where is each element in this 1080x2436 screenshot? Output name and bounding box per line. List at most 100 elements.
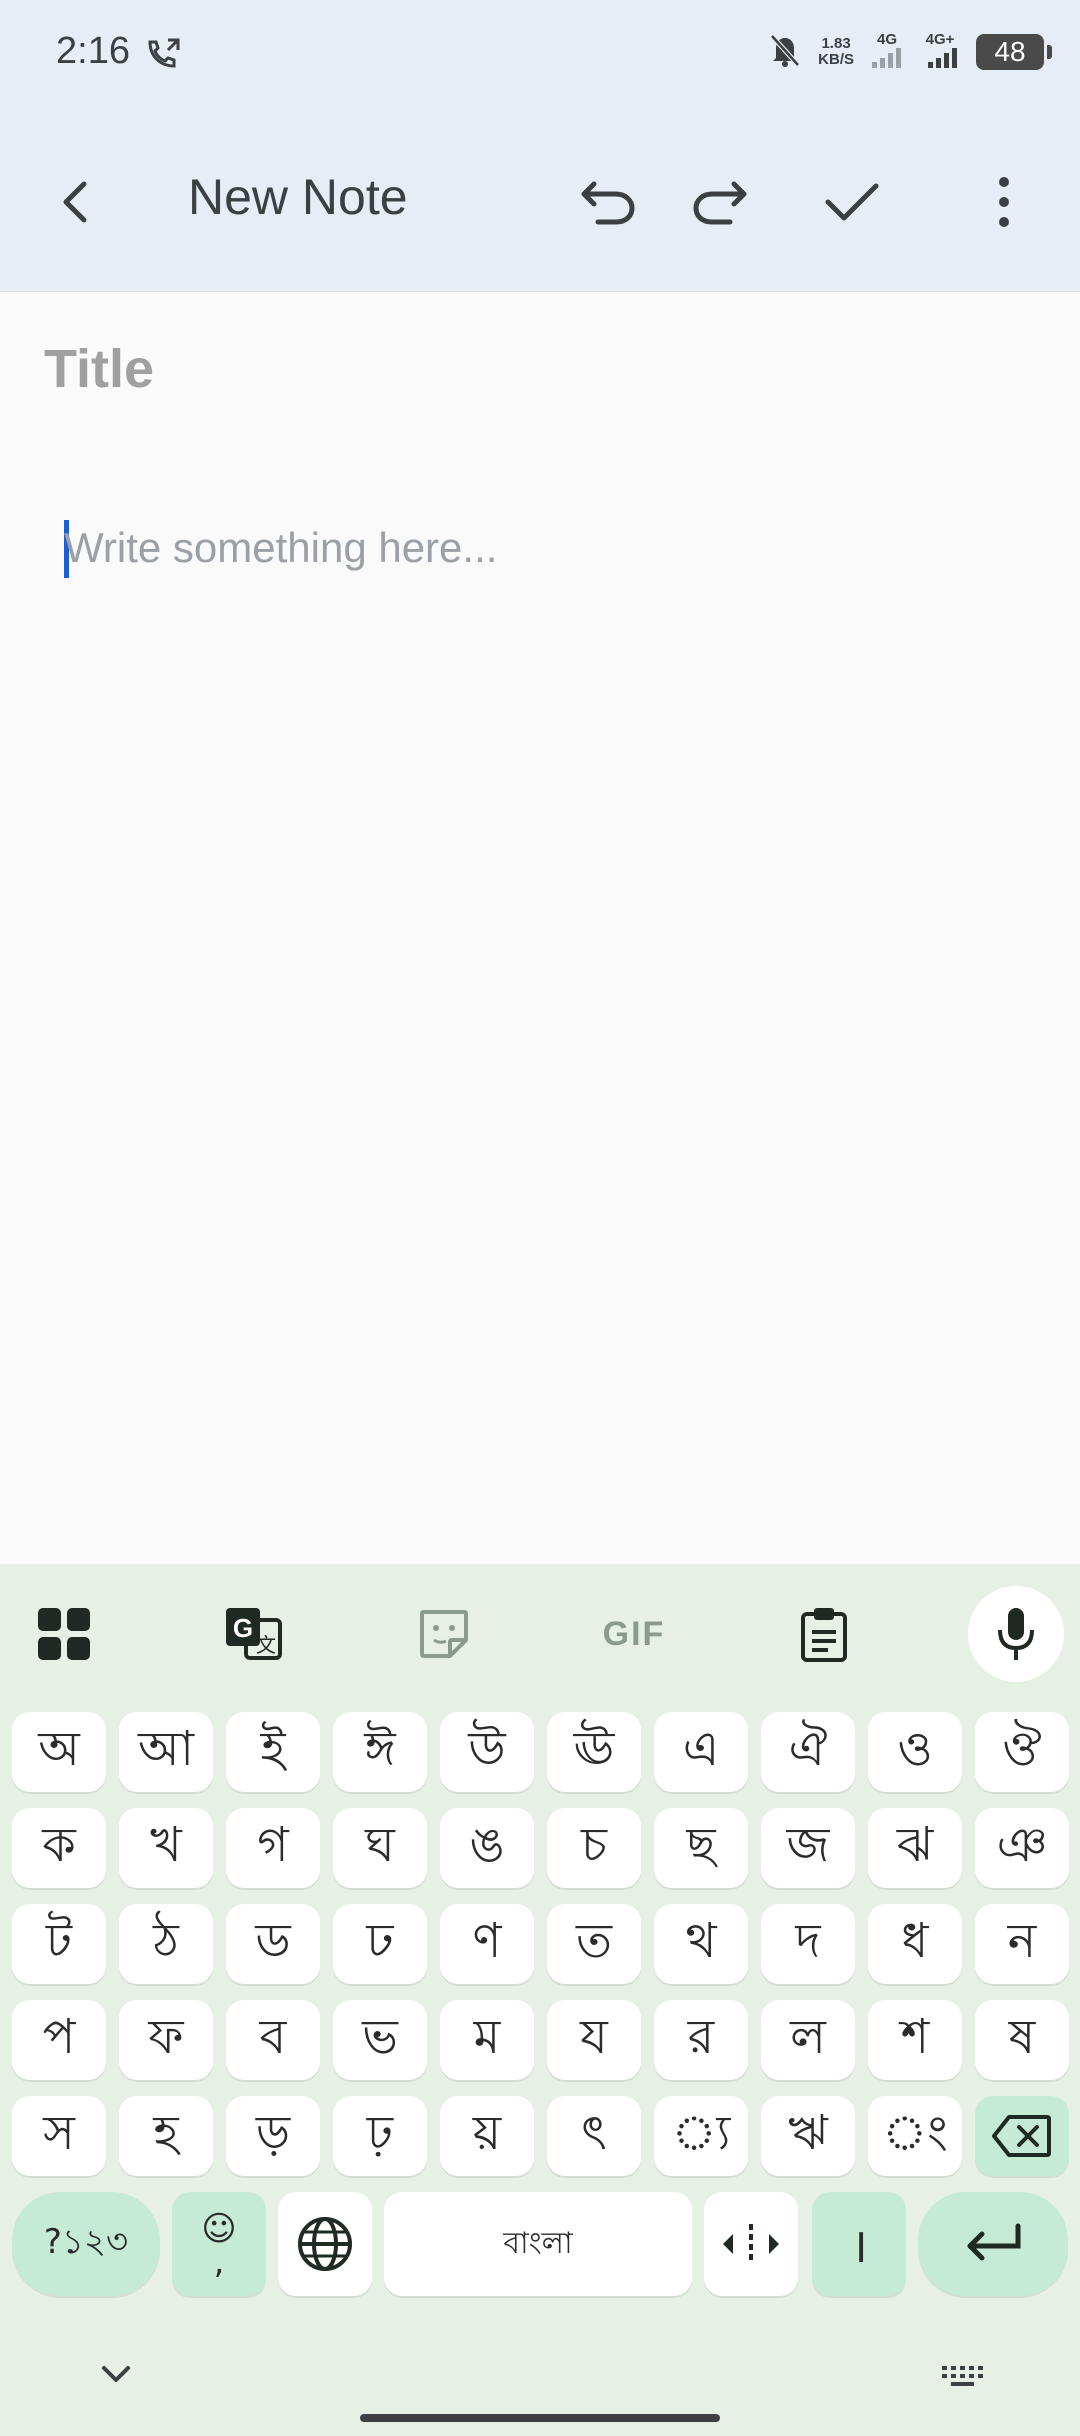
signal-bars-icon [928,48,957,68]
key-anusvara[interactable]: ং [868,2096,962,2176]
key-ঈ[interactable]: ঈ [333,1712,427,1792]
svg-text:文: 文 [256,1634,276,1657]
undo-button[interactable] [560,154,656,250]
hide-keyboard-button[interactable] [96,2360,136,2392]
sticker-icon [420,1610,468,1658]
key-উ[interactable]: উ [440,1712,534,1792]
mute-bell-icon [768,32,802,72]
note-body-input[interactable]: Write something here... [64,524,1024,572]
symbols-key[interactable]: ?১২৩ [12,2192,160,2296]
translate-icon: G文 [226,1608,282,1660]
danda-key[interactable]: । [812,2192,906,2296]
globe-icon [298,2217,352,2271]
redo-button[interactable] [672,154,768,250]
key-খ[interactable]: খ [119,1808,213,1888]
key-ক[interactable]: ক [12,1808,106,1888]
key-ম[interactable]: ম [440,2000,534,2080]
key-শ[interactable]: শ [868,2000,962,2080]
key-ঝ[interactable]: ঝ [868,1808,962,1888]
key-এ[interactable]: এ [654,1712,748,1792]
key-আ[interactable]: আ [119,1712,213,1792]
battery-indicator: 48 [976,34,1052,70]
network-speed: 1.83 KB/S [818,35,854,68]
signal-sim1: 4G [870,32,904,72]
key-ধ[interactable]: ধ [868,1904,962,1984]
signal-sim2: 4G+ [920,32,960,72]
gif-label: GIF [602,1614,666,1653]
key-ন[interactable]: ন [975,1904,1069,1984]
key-ঞ[interactable]: ঞ [975,1808,1069,1888]
chevron-down-icon [102,2366,130,2382]
status-time: 2:16 [56,30,130,72]
key-ঢ[interactable]: ঢ [333,1904,427,1984]
key-ট[interactable]: ট [12,1904,106,1984]
key-ঘ[interactable]: ঘ [333,1808,427,1888]
signal-bars-icon [872,48,901,68]
enter-key[interactable] [918,2192,1068,2296]
key-জ[interactable]: জ [761,1808,855,1888]
keyboard-toolbar: G文 GIF [0,1564,1080,1688]
key-ব[interactable]: ব [226,2000,320,2080]
space-key[interactable]: বাংলা [384,2192,692,2296]
key-ঢ়[interactable]: ঢ় [333,2096,427,2176]
key-ৎ[interactable]: ৎ [547,2096,641,2176]
app-bar: New Note [0,110,1080,292]
cursor-move-key[interactable] [704,2192,798,2296]
save-button[interactable] [804,154,900,250]
voice-input-button[interactable] [968,1586,1064,1682]
note-title-input[interactable]: Title [44,338,1024,400]
key-ও[interactable]: ও [868,1712,962,1792]
home-indicator[interactable] [360,2414,720,2422]
key-ড[interactable]: ড [226,1904,320,1984]
backspace-icon [992,2115,1051,2157]
key-ঐ[interactable]: ঐ [761,1712,855,1792]
key-হ[interactable]: হ [119,2096,213,2176]
key-অ[interactable]: অ [12,1712,106,1792]
key-ড়[interactable]: ড় [226,2096,320,2176]
key-ঊ[interactable]: ঊ [547,1712,641,1792]
cursor-move-icon [723,2224,779,2264]
key-থ[interactable]: থ [654,1904,748,1984]
key-ঠ[interactable]: ঠ [119,1904,213,1984]
undo-icon [581,181,635,225]
key-jofola[interactable]: ্য [654,2096,748,2176]
key-গ[interactable]: গ [226,1808,320,1888]
key-ঙ[interactable]: ঙ [440,1808,534,1888]
key-ফ[interactable]: ফ [119,2000,213,2080]
clipboard-button[interactable] [776,1586,872,1682]
more-options-button[interactable] [956,154,1052,250]
key-ঔ[interactable]: ঔ [975,1712,1069,1792]
key-য[interactable]: য [547,2000,641,2080]
key-চ[interactable]: চ [547,1808,641,1888]
page-title: New Note [188,169,408,225]
keyboard-switch-button[interactable] [940,2364,986,2392]
key-ল[interactable]: ল [761,2000,855,2080]
status-bar: 2:16 1.83 KB/S 4G 4G+ 48 [0,0,1080,110]
key-প[interactable]: প [12,2000,106,2080]
back-button[interactable] [28,154,124,250]
key-র[interactable]: র [654,2000,748,2080]
svg-text:G: G [233,1613,253,1643]
mic-icon [998,1608,1034,1660]
keyboard: G文 GIF অ আ ই ঈ উ ঊ এ ঐ ও ঔ ক খ গ ঘ ঙ চ ছ… [0,1564,1080,2436]
key-ঋ[interactable]: ঋ [761,2096,855,2176]
translate-button[interactable]: G文 [206,1586,302,1682]
call-forward-icon [144,36,184,76]
key-স[interactable]: স [12,2096,106,2176]
key-য়[interactable]: য় [440,2096,534,2176]
language-switch-key[interactable] [278,2192,372,2296]
sticker-button[interactable] [396,1586,492,1682]
more-vert-icon [999,177,1009,227]
backspace-key[interactable] [975,2096,1069,2176]
key-ছ[interactable]: ছ [654,1808,748,1888]
gif-button[interactable]: GIF [586,1586,682,1682]
key-ত[interactable]: ত [547,1904,641,1984]
chevron-left-icon [63,181,87,223]
key-ই[interactable]: ই [226,1712,320,1792]
key-দ[interactable]: দ [761,1904,855,1984]
apps-grid-button[interactable] [16,1586,112,1682]
key-ষ[interactable]: ষ [975,2000,1069,2080]
emoji-key[interactable]: ☺ , [172,2192,266,2296]
key-ণ[interactable]: ণ [440,1904,534,1984]
key-ভ[interactable]: ভ [333,2000,427,2080]
